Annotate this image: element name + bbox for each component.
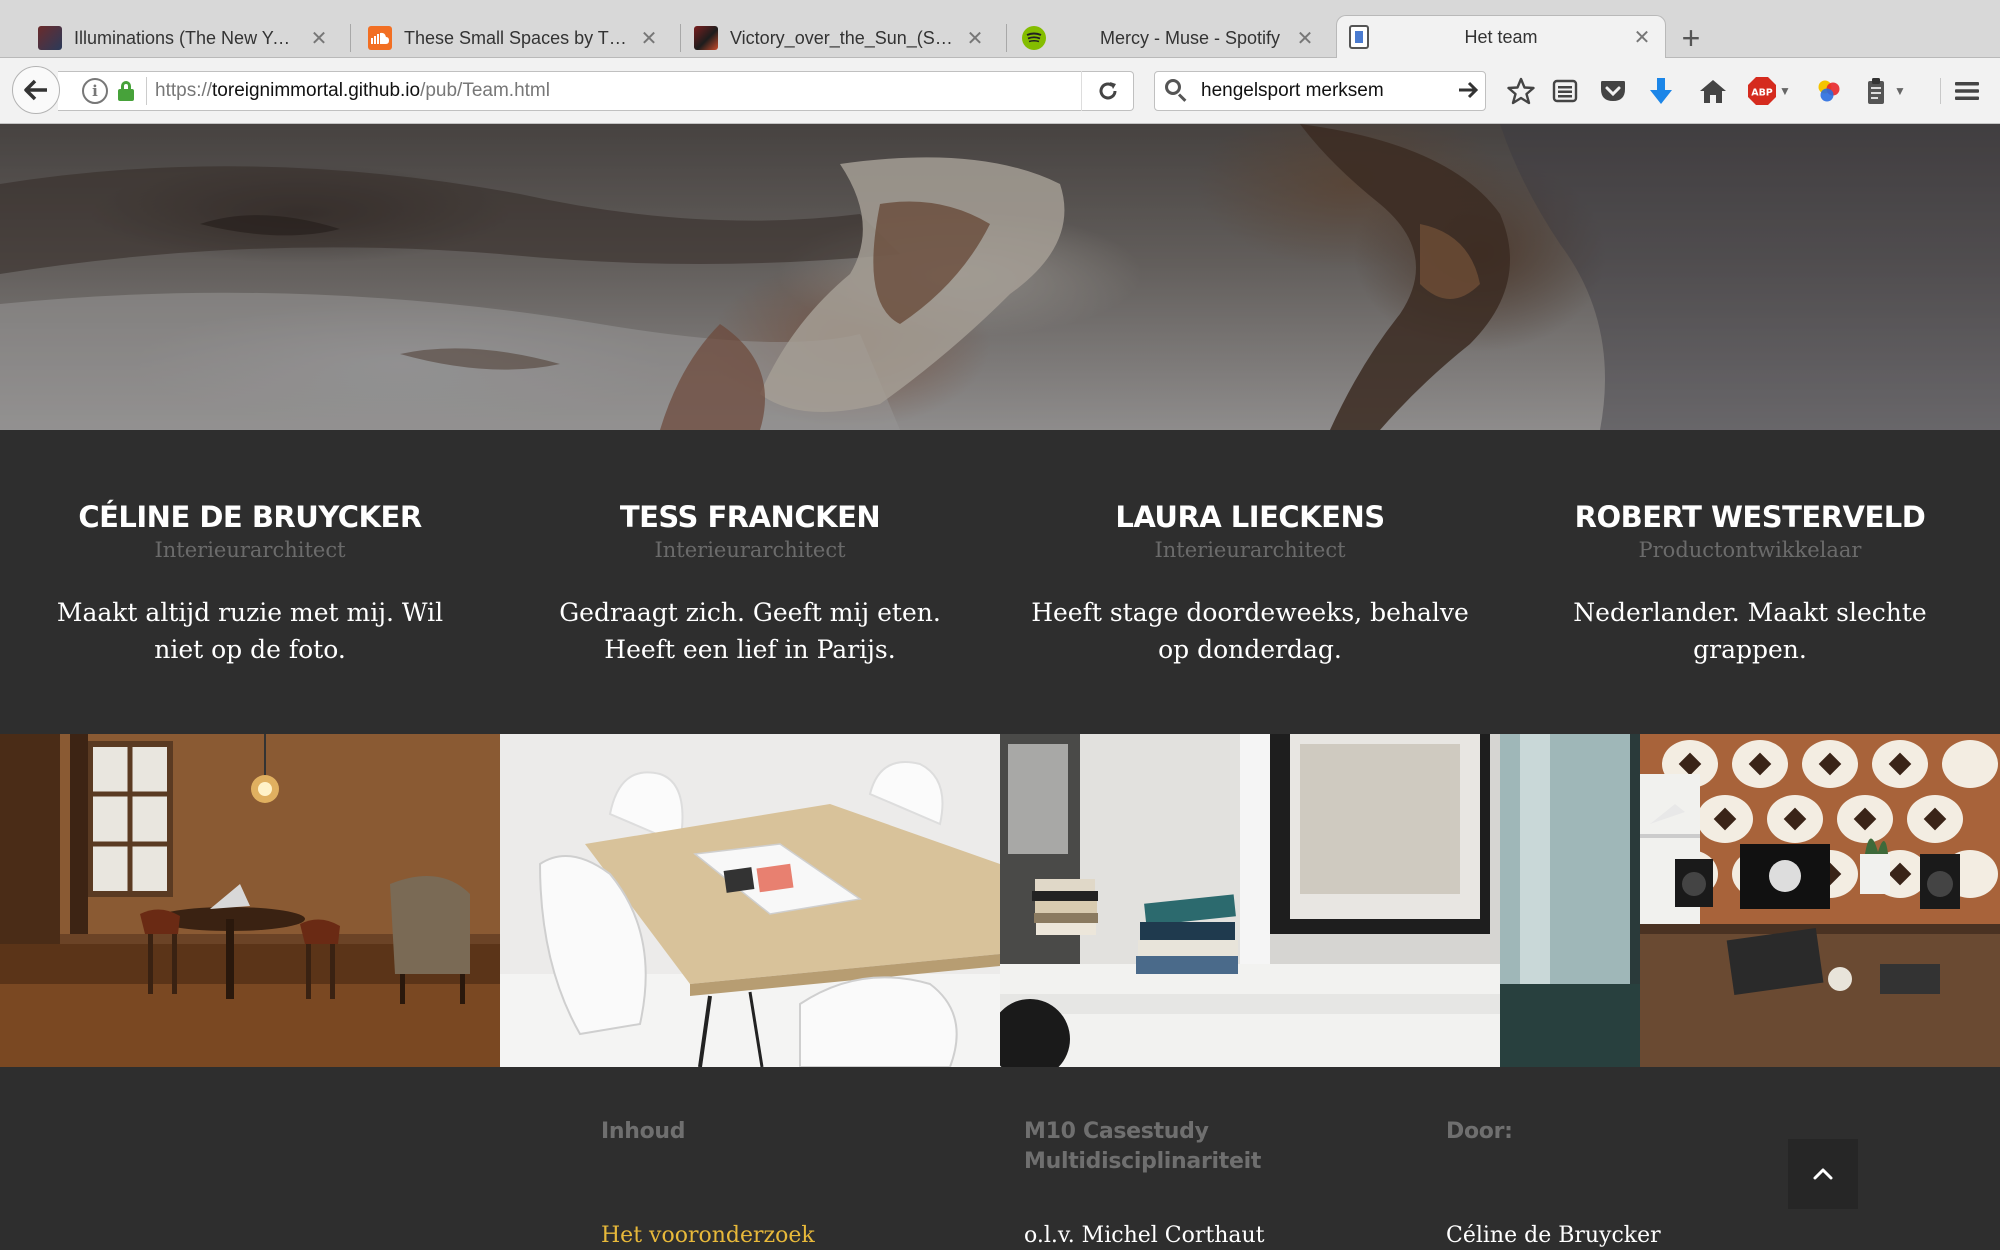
pocket-icon[interactable]: [1596, 74, 1630, 108]
workspace-photo: [500, 734, 1000, 1067]
close-tab-icon[interactable]: ✕: [1294, 26, 1316, 51]
footer-heading: Door:: [1446, 1119, 1513, 1144]
tab-title: Illuminations (The New Yea...: [74, 27, 298, 48]
close-tab-icon[interactable]: ✕: [964, 26, 986, 51]
footer-text: Céline de Bruycker: [1446, 1223, 1661, 1248]
address-bar[interactable]: i https://toreignimmortal.github.io/pub/…: [58, 71, 1134, 111]
hero-image: [0, 124, 2000, 430]
scroll-to-top-button[interactable]: [1788, 1139, 1858, 1209]
back-button[interactable]: [12, 66, 60, 114]
footer-text: o.l.v. Michel Corthaut: [1024, 1223, 1265, 1248]
browser-tab[interactable]: Victory_over_the_Sun_(Stas... ✕: [682, 18, 998, 58]
member-name: ROBERT WESTERVELD: [1574, 500, 1926, 534]
reading-list-icon[interactable]: [1548, 74, 1582, 108]
url-host: toreignimmortal.github.io: [212, 80, 421, 101]
member-role: Interieurarchitect: [1154, 538, 1346, 562]
reload-icon[interactable]: [1081, 71, 1133, 111]
member-name: LAURA LIECKENS: [1115, 500, 1385, 534]
menu-icon[interactable]: [1950, 74, 1984, 108]
url-text[interactable]: https://toreignimmortal.github.io/pub/Te…: [155, 80, 1081, 102]
adblock-plus-icon[interactable]: ABP ▼: [1746, 74, 1792, 108]
member-name: TESS FRANCKEN: [619, 500, 881, 534]
footer-heading: Inhoud: [601, 1119, 686, 1144]
adblock-label: ABP: [1751, 88, 1773, 99]
secure-lock-icon[interactable]: [118, 81, 134, 101]
browser-tab-strip: Illuminations (The New Yea... ✕ These Sm…: [0, 0, 2000, 58]
download-icon[interactable]: [1644, 74, 1678, 108]
home-icon[interactable]: [1696, 74, 1730, 108]
workspace-photo-strip: [0, 734, 2000, 1067]
team-member-card: LAURA LIECKENS Interieurarchitect Heeft …: [1000, 430, 1500, 734]
member-bio: Maakt altijd ruzie met mij. Wil niet op …: [56, 598, 444, 664]
browser-navigation-bar: i https://toreignimmortal.github.io/pub/…: [0, 58, 2000, 124]
painting-favicon-icon: [694, 26, 718, 50]
close-tab-icon[interactable]: ✕: [638, 26, 660, 51]
web-page: CÉLINE DE BRUYCKER Interieurarchitect Ma…: [0, 124, 2000, 1250]
member-role: Interieurarchitect: [654, 538, 846, 562]
tab-divider: [680, 24, 681, 52]
browser-tab[interactable]: These Small Spaces by Thi... ✕: [356, 18, 672, 58]
toolbar-divider: [1940, 78, 1941, 104]
member-bio: Heeft stage doordeweeks, behalve op dond…: [1031, 598, 1469, 664]
tab-divider: [350, 24, 351, 52]
url-scheme: https://: [155, 80, 213, 101]
tab-divider: [1006, 24, 1007, 52]
chevron-up-icon: [1813, 1168, 1833, 1180]
team-member-card: TESS FRANCKEN Interieurarchitect Gedraag…: [500, 430, 1000, 734]
member-bio: Gedraagt zich. Geeft mij eten. Heeft een…: [559, 598, 941, 664]
tab-title: Victory_over_the_Sun_(Stas...: [730, 27, 954, 48]
workspace-photo: [0, 734, 500, 1067]
workspace-photo: [1500, 734, 2000, 1067]
url-path: /pub/Team.html: [420, 80, 550, 101]
team-member-card: CÉLINE DE BRUYCKER Interieurarchitect Ma…: [0, 430, 500, 734]
painting-favicon-icon: [38, 26, 62, 50]
team-member-card: ROBERT WESTERVELD Productontwikkelaar Ne…: [1500, 430, 2000, 734]
soundcloud-icon: [368, 26, 392, 50]
close-tab-icon[interactable]: ✕: [1631, 25, 1653, 50]
member-bio: Nederlander. Maakt slechte grappen.: [1573, 598, 1927, 664]
search-icon: [1165, 79, 1189, 103]
footer-heading: M10 Casestudy Multidisciplinariteit: [1024, 1119, 1262, 1174]
member-role: Interieurarchitect: [154, 538, 346, 562]
tab-title: Mercy - Muse - Spotify: [1100, 27, 1281, 48]
workspace-photo: [1000, 734, 1500, 1067]
browser-tab-active[interactable]: Het team ✕: [1336, 15, 1666, 58]
colorful-extension-icon[interactable]: [1812, 74, 1846, 108]
search-bar[interactable]: hengelsport merksem: [1154, 71, 1486, 111]
footer-link-vooronderzoek[interactable]: Het vooronderzoek: [601, 1223, 815, 1248]
url-divider: [146, 77, 147, 105]
member-name: CÉLINE DE BRUYCKER: [78, 500, 422, 534]
tab-title: Het team: [1464, 26, 1538, 47]
new-tab-button[interactable]: +: [1676, 22, 1706, 54]
hero-overlay: [0, 124, 2000, 430]
bookmark-star-icon[interactable]: [1504, 74, 1538, 108]
search-input[interactable]: hengelsport merksem: [1201, 80, 1451, 102]
site-info-icon[interactable]: i: [82, 78, 108, 104]
site-footer: Inhoud Het vooronderzoek M10 Casestudy M…: [0, 1067, 2000, 1250]
tab-title: These Small Spaces by Thi...: [404, 27, 628, 48]
spotify-icon: [1022, 26, 1046, 50]
page-favicon-icon: [1349, 25, 1369, 49]
member-role: Productontwikkelaar: [1638, 538, 1862, 562]
browser-tab[interactable]: Illuminations (The New Yea... ✕: [26, 18, 342, 58]
browser-tab[interactable]: Mercy - Muse - Spotify ✕: [1010, 18, 1328, 58]
clipboard-extension-icon[interactable]: ▼: [1860, 74, 1912, 108]
team-section: CÉLINE DE BRUYCKER Interieurarchitect Ma…: [0, 430, 2000, 734]
close-tab-icon[interactable]: ✕: [308, 26, 330, 51]
search-go-arrow-icon[interactable]: [1451, 76, 1485, 107]
